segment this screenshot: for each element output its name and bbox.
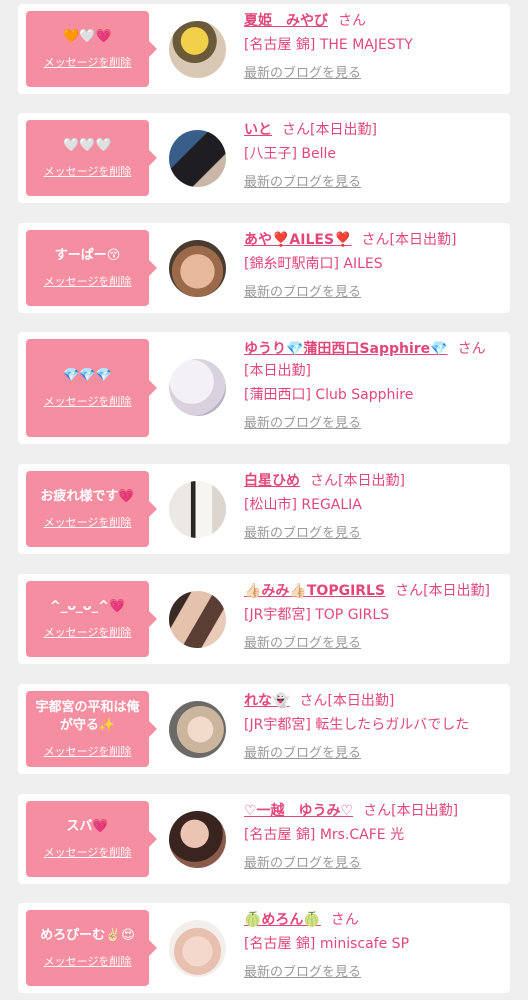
message-text: 🧡🤍💗: [63, 29, 112, 44]
avatar[interactable]: [169, 591, 226, 648]
status-label: [本日出勤]: [244, 363, 311, 379]
message-text: ^_ᴗ_ᴗ_^💗: [49, 599, 126, 614]
delete-message-link[interactable]: メッセージを削除: [44, 514, 132, 530]
cast-name-link[interactable]: いと: [244, 122, 272, 138]
shop-name: [名古屋 錦] miniscafe SP: [244, 936, 410, 952]
message-text: めろぴーむ✌🏻😍: [40, 928, 135, 943]
avatar[interactable]: [169, 240, 226, 297]
shop-name: [錦糸町駅南口] AILES: [244, 256, 383, 272]
latest-blog-link[interactable]: 最新のブログを見る: [244, 62, 504, 81]
shop-name: [蒲田西口] Club Sapphire: [244, 387, 414, 403]
delete-message-link[interactable]: メッセージを削除: [44, 953, 132, 969]
status-label: [本日出勤]: [389, 232, 457, 248]
latest-blog-link[interactable]: 最新のブログを見る: [244, 632, 504, 651]
delete-message-link[interactable]: メッセージを削除: [44, 624, 132, 640]
message-text: 宇都宮の平和は俺が守る✨: [35, 700, 140, 733]
message-text: 🤍🤍🤍: [63, 138, 112, 153]
latest-blog-link[interactable]: 最新のブログを見る: [244, 742, 504, 761]
cast-name-link[interactable]: ♡一越 ゆうみ♡: [244, 803, 353, 819]
honorific: さん: [338, 13, 366, 29]
cast-name-link[interactable]: 白星ひめ: [244, 473, 300, 489]
latest-blog-link[interactable]: 最新のブログを見る: [244, 171, 504, 190]
cast-name-link[interactable]: 🍈めろん🍈: [244, 912, 321, 928]
message-bubble: 💎💎💎 メッセージを削除: [26, 339, 157, 437]
latest-blog-link[interactable]: 最新のブログを見る: [244, 412, 504, 431]
message-card: めろぴーむ✌🏻😍 メッセージを削除 🍈めろん🍈 さん [名古屋 錦] minisc…: [18, 903, 510, 993]
message-card: 🤍🤍🤍 メッセージを削除 いと さん[本日出勤] [八王子] Belle 最新のブ…: [18, 113, 510, 203]
avatar[interactable]: [169, 359, 226, 416]
status-label: [本日出勤]: [310, 122, 377, 138]
cast-name-link[interactable]: あや❣️AILES❣️: [244, 232, 351, 248]
delete-message-link[interactable]: メッセージを削除: [44, 54, 132, 70]
message-bubble: すーぱー😚 メッセージを削除: [26, 230, 157, 306]
cast-name-link[interactable]: ゆうり💎蒲田西口Sapphire💎: [244, 341, 448, 357]
status-label: [本日出勤]: [423, 583, 490, 599]
avatar[interactable]: [169, 920, 226, 977]
honorific: さん: [282, 122, 310, 138]
message-card: スバ💗 メッセージを削除 ♡一越 ゆうみ♡ さん[本日出勤] [名古屋 錦] Mr…: [18, 794, 510, 884]
honorific: さん: [310, 473, 338, 489]
latest-blog-link[interactable]: 最新のブログを見る: [244, 522, 504, 541]
latest-blog-link[interactable]: 最新のブログを見る: [244, 852, 504, 871]
message-card: ^_ᴗ_ᴗ_^💗 メッセージを削除 👍🏻みみ👍🏻TOPGIRLS さん[本日出勤]…: [18, 574, 510, 664]
cast-name-link[interactable]: 夏姫 みやび: [244, 13, 328, 29]
delete-message-link[interactable]: メッセージを削除: [44, 393, 132, 409]
message-bubble: 🤍🤍🤍 メッセージを削除: [26, 120, 157, 196]
status-label: [本日出勤]: [391, 803, 459, 819]
cast-name-link[interactable]: 👍🏻みみ👍🏻TOPGIRLS: [244, 583, 385, 599]
message-bubble: めろぴーむ✌🏻😍 メッセージを削除: [26, 910, 157, 986]
honorific: さん: [299, 693, 328, 709]
message-bubble: ^_ᴗ_ᴗ_^💗 メッセージを削除: [26, 581, 157, 657]
message-text: すーぱー😚: [54, 248, 121, 263]
message-bubble: 宇都宮の平和は俺が守る✨ メッセージを削除: [26, 691, 157, 767]
cast-name-link[interactable]: れな👻: [244, 693, 289, 709]
honorific: さん: [330, 912, 359, 928]
shop-name: [名古屋 錦] THE MAJESTY: [244, 37, 413, 53]
honorific: さん: [457, 341, 486, 357]
avatar[interactable]: [169, 21, 226, 78]
message-text: スバ💗: [66, 819, 109, 834]
shop-name: [松山市] REGALIA: [244, 497, 362, 513]
message-bubble: お疲れ様です💗 メッセージを削除: [26, 471, 157, 547]
honorific: さん: [395, 583, 424, 599]
latest-blog-link[interactable]: 最新のブログを見る: [244, 281, 504, 300]
delete-message-link[interactable]: メッセージを削除: [44, 163, 132, 179]
avatar[interactable]: [169, 811, 226, 868]
shop-name: [八王子] Belle: [244, 146, 336, 162]
delete-message-link[interactable]: メッセージを削除: [44, 743, 132, 759]
message-bubble: 🧡🤍💗 メッセージを削除: [26, 11, 157, 87]
message-card: 💎💎💎 メッセージを削除 ゆうり💎蒲田西口Sapphire💎 さん [本日出勤] […: [18, 332, 510, 444]
status-label: [本日出勤]: [327, 693, 395, 709]
message-text: お疲れ様です💗: [40, 489, 135, 504]
shop-name: [JR宇都宮] TOP GIRLS: [244, 607, 390, 623]
delete-message-link[interactable]: メッセージを削除: [44, 273, 132, 289]
message-text: 💎💎💎: [63, 368, 112, 383]
honorific: さん: [361, 232, 390, 248]
avatar[interactable]: [169, 481, 226, 538]
shop-name: [JR宇都宮] 転生したらガルバでした: [244, 717, 470, 733]
avatar[interactable]: [169, 701, 226, 758]
honorific: さん: [363, 803, 392, 819]
message-bubble: スバ💗 メッセージを削除: [26, 801, 157, 877]
avatar[interactable]: [169, 130, 226, 187]
shop-name: [名古屋 錦] Mrs.CAFE 光: [244, 827, 405, 843]
delete-message-link[interactable]: メッセージを削除: [44, 844, 132, 860]
message-card: 宇都宮の平和は俺が守る✨ メッセージを削除 れな👻 さん[本日出勤] [JR宇都宮…: [18, 684, 510, 774]
message-card: 🧡🤍💗 メッセージを削除 夏姫 みやび さん [名古屋 錦] THE MAJEST…: [18, 4, 510, 94]
status-label: [本日出勤]: [338, 473, 405, 489]
latest-blog-link[interactable]: 最新のブログを見る: [244, 961, 504, 980]
message-card: お疲れ様です💗 メッセージを削除 白星ひめ さん[本日出勤] [松山市] REGA…: [18, 464, 510, 554]
message-card: すーぱー😚 メッセージを削除 あや❣️AILES❣️ さん[本日出勤] [錦糸町駅…: [18, 223, 510, 313]
